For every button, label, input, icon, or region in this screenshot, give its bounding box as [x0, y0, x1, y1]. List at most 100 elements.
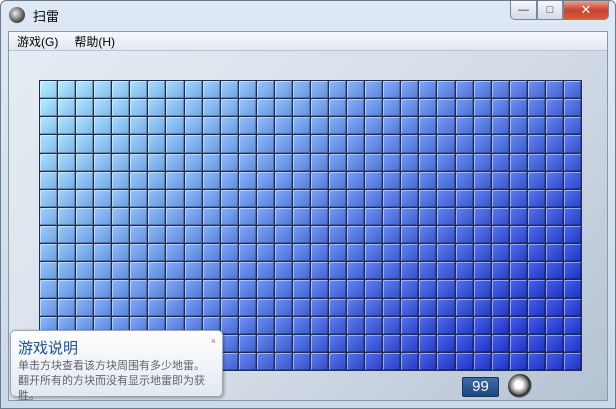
mine-cell[interactable]	[419, 153, 437, 171]
mine-cell[interactable]	[292, 99, 310, 117]
mine-cell[interactable]	[311, 189, 329, 207]
mine-cell[interactable]	[329, 334, 347, 352]
mine-cell[interactable]	[437, 226, 455, 244]
mine-cell[interactable]	[365, 81, 383, 99]
mine-cell[interactable]	[40, 153, 58, 171]
mine-cell[interactable]	[311, 171, 329, 189]
mine-cell[interactable]	[527, 171, 545, 189]
mine-cell[interactable]	[238, 334, 256, 352]
mine-cell[interactable]	[184, 81, 202, 99]
mine-cell[interactable]	[365, 244, 383, 262]
mine-cell[interactable]	[130, 298, 148, 316]
mine-cell[interactable]	[220, 316, 238, 334]
mine-cell[interactable]	[419, 262, 437, 280]
mine-cell[interactable]	[383, 117, 401, 135]
mine-cell[interactable]	[256, 153, 274, 171]
mine-cell[interactable]	[509, 207, 527, 225]
mine-cell[interactable]	[311, 298, 329, 316]
mine-cell[interactable]	[256, 81, 274, 99]
mine-cell[interactable]	[238, 280, 256, 298]
mine-cell[interactable]	[509, 153, 527, 171]
mine-cell[interactable]	[527, 99, 545, 117]
mine-cell[interactable]	[220, 226, 238, 244]
mine-cell[interactable]	[94, 207, 112, 225]
mine-cell[interactable]	[58, 244, 76, 262]
mine-cell[interactable]	[130, 171, 148, 189]
mine-cell[interactable]	[329, 81, 347, 99]
mine-cell[interactable]	[455, 244, 473, 262]
mine-cell[interactable]	[437, 298, 455, 316]
mine-cell[interactable]	[274, 298, 292, 316]
mine-cell[interactable]	[545, 298, 563, 316]
mine-cell[interactable]	[437, 334, 455, 352]
mine-cell[interactable]	[419, 298, 437, 316]
mine-cell[interactable]	[256, 352, 274, 370]
mine-cell[interactable]	[184, 207, 202, 225]
mine-cell[interactable]	[58, 171, 76, 189]
mine-cell[interactable]	[509, 226, 527, 244]
mine-cell[interactable]	[329, 352, 347, 370]
mine-cell[interactable]	[311, 135, 329, 153]
mine-cell[interactable]	[437, 171, 455, 189]
mine-cell[interactable]	[166, 117, 184, 135]
mine-cell[interactable]	[527, 316, 545, 334]
mine-cell[interactable]	[202, 207, 220, 225]
mine-cell[interactable]	[274, 280, 292, 298]
mine-cell[interactable]	[473, 135, 491, 153]
mine-cell[interactable]	[256, 244, 274, 262]
mine-cell[interactable]	[274, 244, 292, 262]
mine-cell[interactable]	[130, 117, 148, 135]
mine-cell[interactable]	[401, 117, 419, 135]
mine-cell[interactable]	[58, 117, 76, 135]
mine-cell[interactable]	[401, 244, 419, 262]
mine-cell[interactable]	[202, 81, 220, 99]
mine-cell[interactable]	[148, 298, 166, 316]
mine-cell[interactable]	[473, 262, 491, 280]
mine-cell[interactable]	[419, 226, 437, 244]
mine-cell[interactable]	[256, 99, 274, 117]
mine-cell[interactable]	[545, 135, 563, 153]
mine-cell[interactable]	[563, 99, 581, 117]
mine-cell[interactable]	[383, 81, 401, 99]
mine-cell[interactable]	[58, 189, 76, 207]
mine-cell[interactable]	[58, 280, 76, 298]
mine-cell[interactable]	[509, 298, 527, 316]
mine-cell[interactable]	[274, 171, 292, 189]
mine-cell[interactable]	[401, 99, 419, 117]
mine-cell[interactable]	[220, 280, 238, 298]
mine-cell[interactable]	[545, 81, 563, 99]
mine-cell[interactable]	[383, 153, 401, 171]
mine-cell[interactable]	[112, 153, 130, 171]
mine-cell[interactable]	[292, 334, 310, 352]
mine-cell[interactable]	[455, 189, 473, 207]
mine-cell[interactable]	[347, 81, 365, 99]
mine-cell[interactable]	[58, 226, 76, 244]
mine-cell[interactable]	[473, 298, 491, 316]
mine-cell[interactable]	[274, 226, 292, 244]
mine-cell[interactable]	[112, 244, 130, 262]
mine-cell[interactable]	[112, 99, 130, 117]
mine-cell[interactable]	[130, 262, 148, 280]
mine-cell[interactable]	[401, 352, 419, 370]
mine-cell[interactable]	[383, 262, 401, 280]
mine-cell[interactable]	[401, 207, 419, 225]
mine-cell[interactable]	[527, 153, 545, 171]
mine-cell[interactable]	[112, 189, 130, 207]
mine-cell[interactable]	[491, 135, 509, 153]
mine-cell[interactable]	[292, 352, 310, 370]
mine-cell[interactable]	[274, 99, 292, 117]
mine-cell[interactable]	[202, 189, 220, 207]
mine-cell[interactable]	[509, 117, 527, 135]
mine-cell[interactable]	[545, 262, 563, 280]
mine-cell[interactable]	[365, 99, 383, 117]
mine-cell[interactable]	[166, 99, 184, 117]
mine-cell[interactable]	[329, 207, 347, 225]
mine-cell[interactable]	[148, 117, 166, 135]
maximize-button[interactable]: □	[537, 1, 563, 20]
mine-cell[interactable]	[202, 298, 220, 316]
mine-cell[interactable]	[509, 316, 527, 334]
mine-cell[interactable]	[563, 352, 581, 370]
mine-cell[interactable]	[220, 171, 238, 189]
mine-cell[interactable]	[112, 226, 130, 244]
mine-cell[interactable]	[311, 153, 329, 171]
